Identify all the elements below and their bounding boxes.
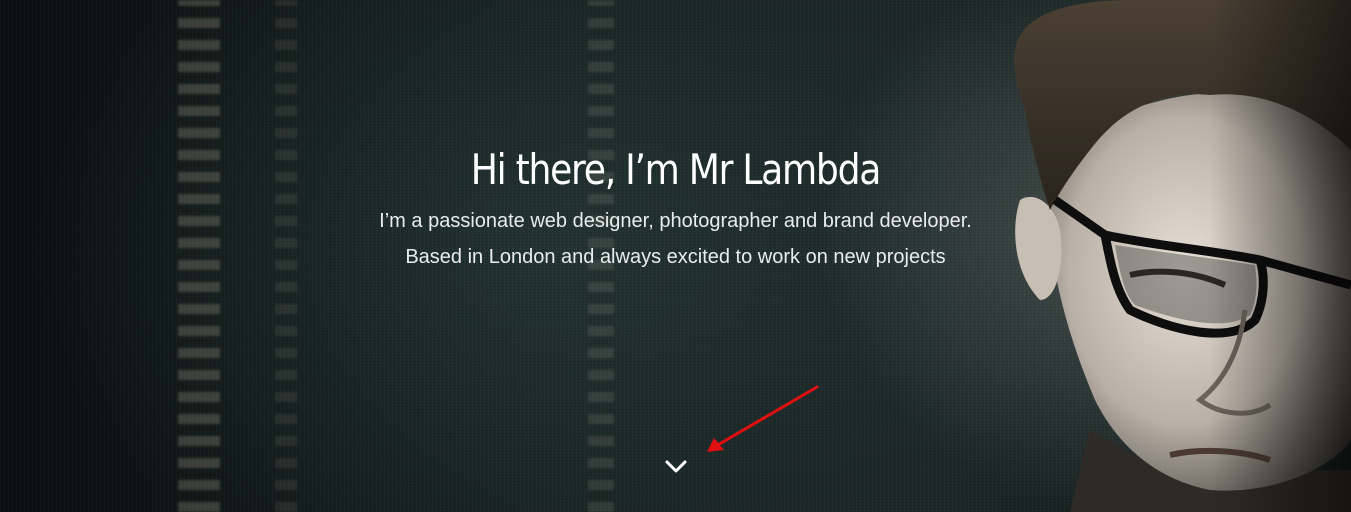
arrow-icon	[707, 385, 819, 452]
chevron-down-icon	[665, 460, 687, 473]
scroll-down-button[interactable]	[662, 454, 690, 478]
hero-subtitle-line-1: I’m a passionate web designer, photograp…	[379, 210, 972, 232]
hero-section: Hi there, I’m Mr Lambda I’m a passionate…	[0, 0, 1351, 512]
hero-subtitle-line-2: Based in London and always excited to wo…	[405, 246, 946, 268]
page-title: Hi there, I’m Mr Lambda	[470, 145, 882, 194]
